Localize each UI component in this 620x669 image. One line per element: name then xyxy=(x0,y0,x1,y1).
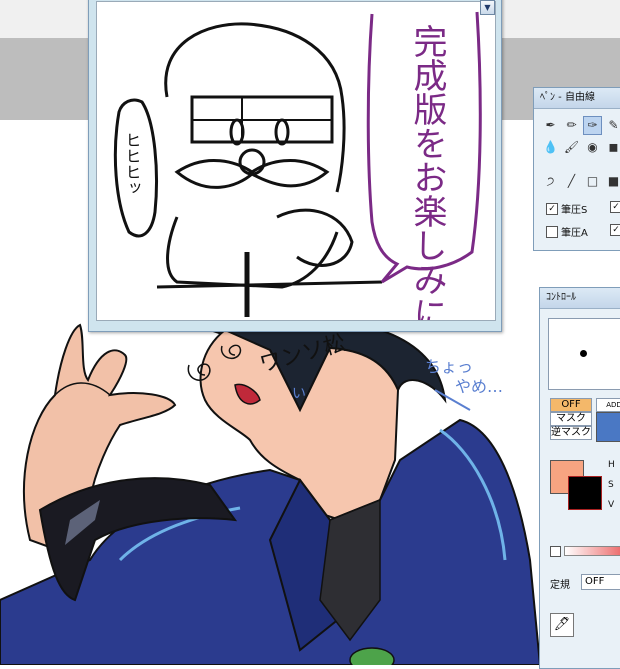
hue-label: H xyxy=(608,460,615,470)
ruler-label: 定規 xyxy=(550,580,570,591)
selected-color-swatch[interactable] xyxy=(596,412,620,442)
checkbox-checked-icon[interactable]: ✓ xyxy=(610,201,620,213)
brush-size-preview[interactable] xyxy=(548,318,620,390)
face-subtext: い xyxy=(292,386,306,402)
extra-option[interactable]: ✓ xyxy=(610,224,620,236)
filled-rectangle-icon[interactable]: ■ xyxy=(604,172,620,191)
preview-sketch: ヒヒヒッ 完成版をお楽しみにぃ xyxy=(113,11,482,364)
control-palette-title[interactable]: ｺﾝﾄﾛｰﾙ xyxy=(540,288,620,309)
pressure-alpha-label: 筆圧A xyxy=(561,228,588,239)
shape-tool-row: ੭ ╱ □ ■ xyxy=(540,170,620,192)
control-palette[interactable]: ｺﾝﾄﾛｰﾙ OFF マスク 逆マスク ADD H S V 定規 OFF 🖊 xyxy=(539,287,620,669)
value-label: V xyxy=(608,500,615,510)
pencil-icon[interactable]: ✏ xyxy=(562,116,581,135)
pressure-size-label: 筆圧S xyxy=(561,205,588,216)
checkbox-icon[interactable] xyxy=(546,225,558,238)
laugh-text: ヒヒヒッ xyxy=(123,132,142,196)
mask-button[interactable]: マスク xyxy=(550,412,592,426)
sketch-arm xyxy=(276,208,354,267)
sub-color-swatch[interactable] xyxy=(568,476,602,510)
side-text-2: やめ… xyxy=(455,377,503,396)
add-color-button[interactable]: ADD xyxy=(596,398,620,412)
fill-icon[interactable]: ◼ xyxy=(604,138,620,157)
checkbox-checked-icon[interactable]: ✓ xyxy=(546,202,558,215)
pen-palette-title[interactable]: ﾍﾟﾝ - 自由線 xyxy=(534,88,620,109)
sketch-mustache xyxy=(174,158,330,189)
color-slider[interactable] xyxy=(564,546,620,556)
marker-icon[interactable]: ✎ xyxy=(604,116,620,135)
saturation-label: S xyxy=(608,480,614,490)
speech-text: 完成版をお楽しみにぃ xyxy=(407,24,447,320)
g-pen-icon[interactable]: ✑ xyxy=(583,116,602,135)
sketch-eye xyxy=(274,118,290,146)
mask-off-button[interactable]: OFF xyxy=(550,398,592,412)
line-icon[interactable]: ╱ xyxy=(562,172,581,191)
preview-canvas: ヒヒヒッ 完成版をお楽しみにぃ xyxy=(96,1,496,364)
side-text-1: ちょっ xyxy=(425,357,473,376)
eyedropper-icon[interactable]: 🖊 xyxy=(550,613,574,637)
sketch-face xyxy=(192,97,332,142)
brush-dot xyxy=(580,350,587,357)
rectangle-icon[interactable]: □ xyxy=(583,172,602,191)
pen-palette[interactable]: ﾍﾟﾝ - 自由線 ✒ ✏ ✑ ✎ 💧 🖌 ◉ ◼ ੭ ╱ □ ■ ✓ 筆圧S 筆圧A ✓ ✓ xyxy=(533,87,620,251)
brush-icon[interactable]: 🖌 xyxy=(562,138,581,157)
blur-icon[interactable]: ◉ xyxy=(583,138,602,157)
chevron-down-icon[interactable]: ▼ xyxy=(480,0,495,15)
preview-window[interactable]: ヒヒヒッ 完成版をお楽しみにぃ ▼ xyxy=(88,0,502,364)
pressure-size-option[interactable]: ✓ 筆圧S xyxy=(546,201,587,216)
checkbox-checked-icon[interactable]: ✓ xyxy=(610,224,620,236)
extra-option[interactable]: ✓ xyxy=(610,201,620,213)
inverse-mask-button[interactable]: 逆マスク xyxy=(550,426,592,440)
ruler-select[interactable]: OFF xyxy=(581,574,620,590)
color-slider-checkbox[interactable] xyxy=(550,546,561,557)
pressure-alpha-option[interactable]: 筆圧A xyxy=(546,224,588,239)
pen-tool-grid: ✒ ✏ ✑ ✎ 💧 🖌 ◉ ◼ xyxy=(540,114,620,158)
sketch-body xyxy=(166,216,339,289)
freehand-icon[interactable]: ੭ xyxy=(541,172,560,191)
water-drop-icon[interactable]: 💧 xyxy=(541,138,560,157)
pen-icon[interactable]: ✒ xyxy=(541,116,560,135)
